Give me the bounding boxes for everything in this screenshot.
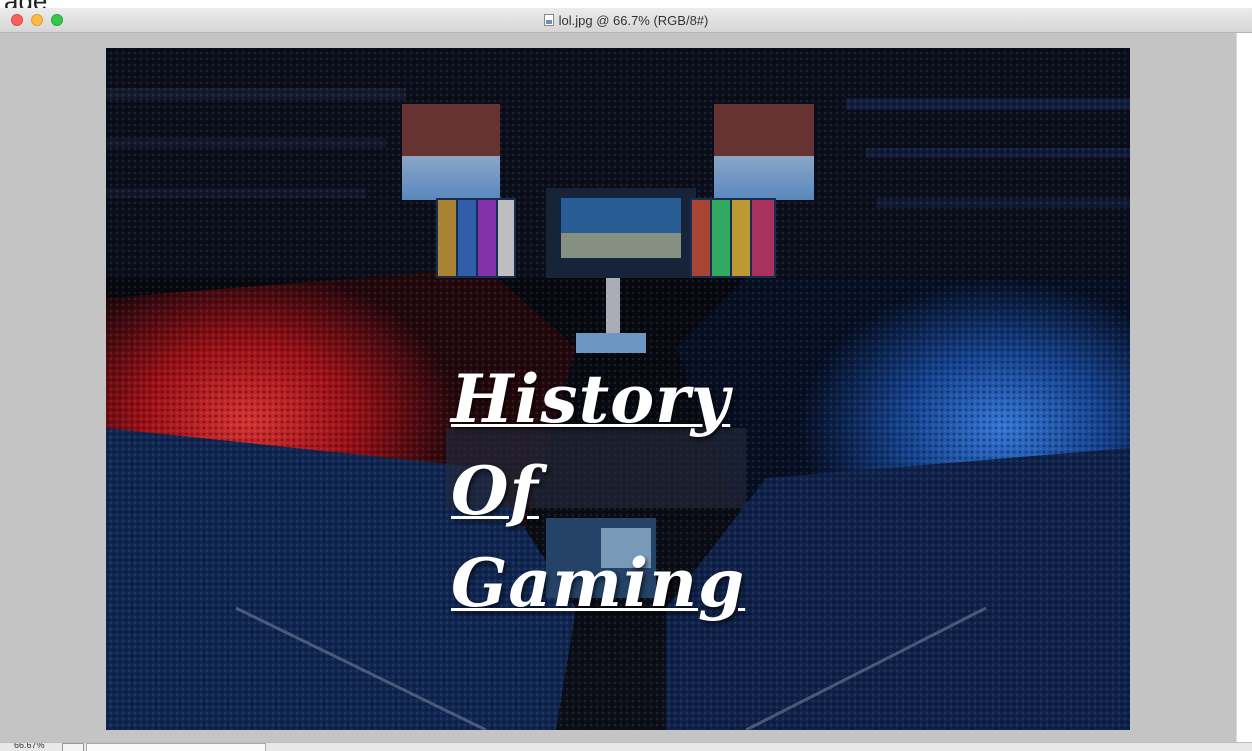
- document-canvas-image[interactable]: History Of Gaming: [106, 48, 1130, 730]
- status-info-button[interactable]: [62, 743, 84, 751]
- overlay-title: History Of Gaming: [451, 353, 811, 629]
- window-title-group: lol.jpg @ 66.7% (RGB/8#): [0, 8, 1252, 32]
- status-bar: 66.67%: [0, 742, 1252, 751]
- document-icon: [543, 14, 554, 26]
- overlay-title-line2: Gaming: [451, 544, 746, 622]
- status-zoom[interactable]: 66.67%: [14, 743, 45, 750]
- overlay-title-line1: History Of: [451, 360, 731, 530]
- top-strip: age: [0, 0, 1252, 16]
- window-titlebar[interactable]: lol.jpg @ 66.7% (RGB/8#): [0, 8, 1252, 33]
- right-scroll-edge[interactable]: [1236, 33, 1252, 751]
- window-title: lol.jpg @ 66.7% (RGB/8#): [558, 12, 709, 28]
- photoshop-window: age lol.jpg @ 66.7% (RGB/8#): [0, 0, 1252, 751]
- status-doc-info: [86, 743, 266, 751]
